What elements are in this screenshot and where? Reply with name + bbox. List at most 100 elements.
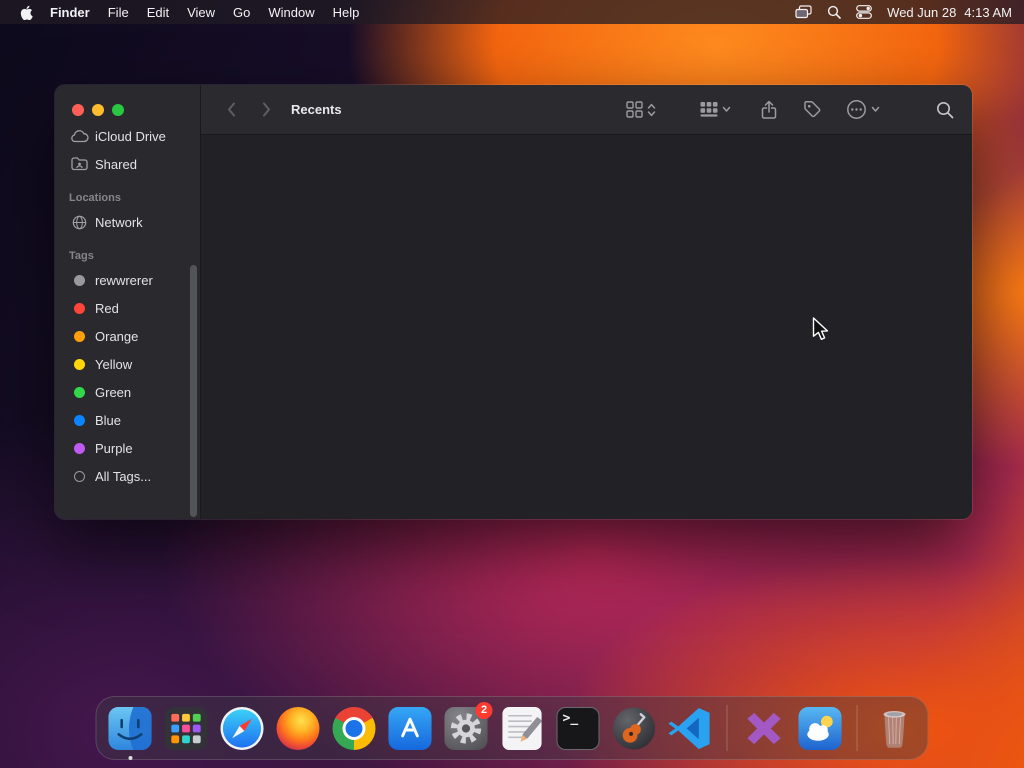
chevron-down-icon: [871, 106, 880, 112]
grid-view-icon: [626, 101, 643, 118]
sidebar-tag-rewwrerer[interactable]: rewwrerer: [55, 266, 200, 294]
desktop: Finder File Edit View Go Window Help Wed…: [0, 0, 1024, 768]
tag-label: Red: [95, 300, 119, 316]
all-tags-icon: [69, 470, 89, 482]
sidebar-scrollbar[interactable]: [190, 265, 197, 517]
sidebar-tag-blue[interactable]: Blue: [55, 406, 200, 434]
dock-item-finder[interactable]: [107, 705, 154, 760]
tag-color-dot: [73, 414, 85, 426]
window-title: Recents: [291, 102, 342, 117]
search-icon: [937, 101, 954, 118]
menu-bar-clock[interactable]: Wed Jun 28 4:13 AM: [887, 5, 1012, 20]
ellipsis-circle-icon: [847, 100, 866, 119]
group-icon: [700, 102, 718, 117]
dock-item-firefox[interactable]: [275, 705, 322, 752]
dock-item-weather[interactable]: [797, 705, 844, 752]
spotlight-search-icon[interactable]: [827, 5, 841, 19]
dock-item-textedit[interactable]: [499, 705, 546, 752]
dock-separator: [856, 705, 858, 751]
sidebar-section-tags: Tags: [69, 250, 94, 262]
dock-item-terminal[interactable]: >_: [555, 705, 602, 752]
sidebar-tag-green[interactable]: Green: [55, 378, 200, 406]
sidebar-item-network[interactable]: Network: [55, 208, 200, 236]
window-toolbar: Recents: [201, 85, 972, 135]
tag-icon: [804, 101, 821, 118]
time-label: 4:13 AM: [964, 4, 1012, 20]
chevron-down-icon: [722, 106, 731, 112]
dock-item-garageband[interactable]: [611, 705, 658, 752]
sidebar-item-label: iCloud Drive: [95, 128, 166, 144]
terminal-glyph: >_: [562, 710, 579, 726]
terminal-icon: >_: [556, 706, 600, 750]
share-icon: [761, 100, 777, 119]
trash-icon: [883, 710, 905, 748]
dock-item-vscode[interactable]: [667, 705, 714, 752]
back-button[interactable]: [219, 97, 243, 123]
dock-item-chrome[interactable]: [331, 705, 378, 752]
menu-edit[interactable]: Edit: [138, 5, 178, 20]
finder-icon: [108, 706, 152, 750]
more-options-button[interactable]: [846, 99, 880, 120]
zoom-button[interactable]: [112, 104, 124, 116]
menu-window[interactable]: Window: [259, 5, 323, 20]
safari-icon: [220, 706, 264, 750]
menu-file[interactable]: File: [99, 5, 138, 20]
tag-color-dot: [73, 442, 85, 454]
active-app-menu[interactable]: Finder: [41, 5, 99, 20]
tag-label: rewwrerer: [95, 272, 153, 288]
sidebar-item-all-tags[interactable]: All Tags...: [55, 462, 200, 490]
menu-go[interactable]: Go: [224, 5, 259, 20]
sidebar-tag-yellow[interactable]: Yellow: [55, 350, 200, 378]
shared-folder-icon: [69, 157, 89, 171]
apple-menu[interactable]: [12, 5, 41, 20]
apple-logo-icon: [20, 5, 33, 20]
share-button[interactable]: [761, 100, 777, 120]
tag-label: Orange: [95, 328, 139, 344]
close-button[interactable]: [72, 104, 84, 116]
dock-item-app-store[interactable]: [387, 705, 434, 752]
visual-studio-icon: [747, 712, 781, 744]
dock-item-launchpad[interactable]: [163, 705, 210, 752]
firefox-icon: [276, 706, 320, 750]
sidebar-item-icloud-drive[interactable]: iCloud Drive: [55, 122, 200, 150]
cloud-icon: [69, 129, 89, 143]
forward-button[interactable]: [255, 97, 279, 123]
finder-window: iCloud Drive Shared Locations Network Ta…: [54, 84, 973, 520]
search-button[interactable]: [936, 101, 954, 119]
notification-badge: 2: [475, 701, 493, 719]
screen-mirroring-icon[interactable]: [795, 5, 812, 19]
menu-view[interactable]: View: [178, 5, 224, 20]
textedit-icon: [502, 706, 542, 750]
dock-item-safari[interactable]: [219, 705, 266, 752]
minimize-button[interactable]: [92, 104, 104, 116]
sidebar-item-label: Shared: [95, 156, 137, 172]
tag-label: Blue: [95, 412, 122, 428]
date-label: Wed Jun 28: [887, 4, 957, 20]
weather-icon: [798, 706, 842, 750]
chevron-left-icon: [228, 102, 235, 117]
tag-color-dot: [73, 386, 85, 398]
sidebar-tag-red[interactable]: Red: [55, 294, 200, 322]
sidebar-section-locations: Locations: [69, 192, 121, 204]
dock-item-system-settings[interactable]: 2: [443, 701, 493, 752]
sidebar-item-label: Network: [95, 214, 143, 230]
sidebar-item-shared[interactable]: Shared: [55, 150, 200, 178]
dock-separator: [726, 705, 728, 751]
sort-chevrons-icon: [647, 103, 656, 116]
tags-button[interactable]: [803, 100, 822, 119]
menu-bar: Finder File Edit View Go Window Help Wed…: [0, 0, 1024, 24]
file-list-area: [201, 136, 972, 519]
control-center-icon[interactable]: [856, 5, 873, 19]
group-by-button[interactable]: [700, 101, 731, 118]
window-sidebar: iCloud Drive Shared Locations Network Ta…: [55, 85, 201, 519]
dock-item-trash[interactable]: [871, 705, 918, 752]
tag-label: Purple: [95, 440, 133, 456]
view-options-button[interactable]: [626, 101, 656, 118]
dock-item-visual-studio[interactable]: [741, 705, 788, 752]
tag-color-dot: [73, 274, 85, 286]
sidebar-tag-purple[interactable]: Purple: [55, 434, 200, 462]
chevron-right-icon: [263, 102, 270, 117]
sidebar-tag-orange[interactable]: Orange: [55, 322, 200, 350]
chrome-icon: [332, 706, 376, 750]
menu-help[interactable]: Help: [324, 5, 369, 20]
